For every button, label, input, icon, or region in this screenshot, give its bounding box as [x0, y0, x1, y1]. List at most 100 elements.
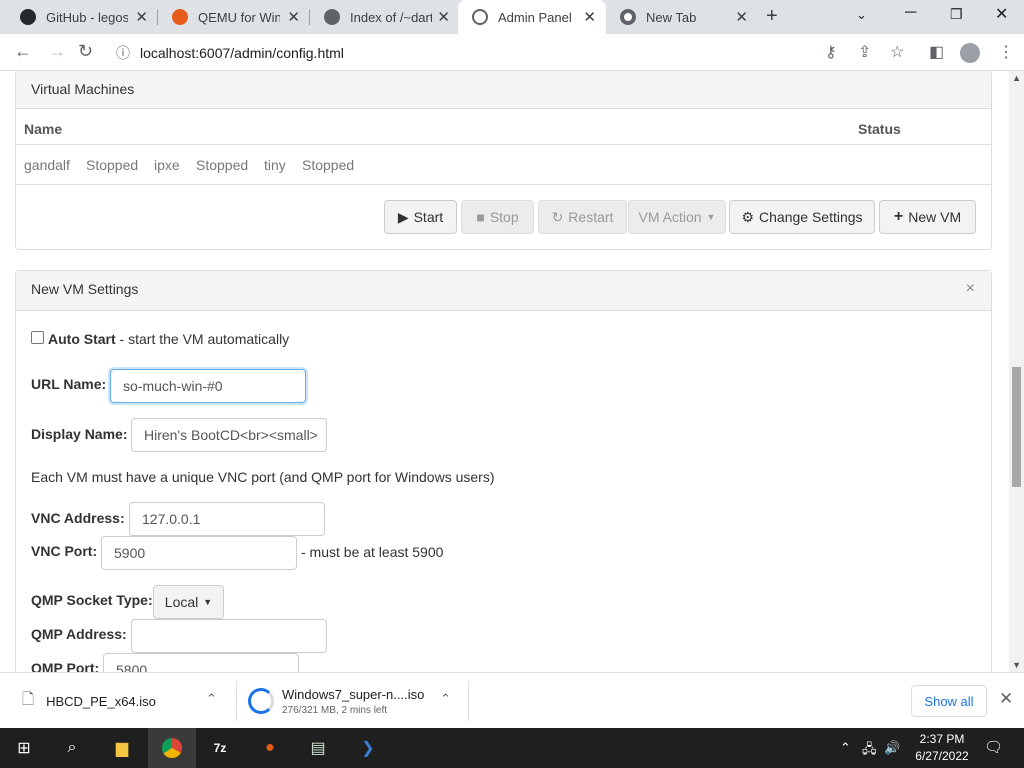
qmp-port-label: QMP Port:: [31, 660, 100, 672]
file-icon: 🗋: [22, 690, 35, 708]
tab-admin-panel[interactable]: Admin Panel ✕: [458, 0, 606, 34]
restart-button[interactable]: ↻ Restart: [538, 200, 627, 234]
auto-start-checkbox[interactable]: [31, 331, 44, 344]
file-explorer-icon[interactable]: ▆: [98, 728, 146, 768]
qemu-taskbar-icon[interactable]: ●: [246, 728, 294, 768]
chrome-icon: [620, 9, 636, 25]
panel-heading: New VM Settings ×: [16, 271, 991, 311]
new-vm-label: New VM: [908, 209, 962, 225]
display-name-input[interactable]: Hiren's BootCD<br><small>: [131, 418, 327, 452]
auto-start-title: Auto Start: [48, 331, 116, 347]
close-downloads-icon[interactable]: ✕: [999, 689, 1013, 709]
powershell-icon[interactable]: ❯: [344, 728, 392, 768]
stop-button[interactable]: ■ Stop: [461, 200, 534, 234]
close-tab-icon[interactable]: ✕: [437, 8, 450, 26]
forward-icon[interactable]: →: [48, 41, 66, 62]
7zip-icon[interactable]: 7z: [196, 728, 244, 768]
new-vm-settings-panel: New VM Settings × Auto Start - start the…: [15, 270, 992, 672]
vnc-port-label: VNC Port:: [31, 543, 98, 559]
panel-heading: Virtual Machines: [16, 71, 991, 109]
tab-qemu[interactable]: QEMU for Wind ✕: [158, 0, 310, 34]
qemu-icon: [172, 9, 188, 25]
close-tab-icon[interactable]: ✕: [135, 8, 148, 26]
page-content: Virtual Machines Name Status gandalf Sto…: [0, 71, 1024, 672]
reload-icon[interactable]: ↻: [78, 41, 93, 62]
tab-title: Admin Panel: [498, 9, 572, 25]
back-icon[interactable]: ←: [14, 41, 32, 62]
start-windows-icon[interactable]: ⊞: [0, 728, 48, 768]
close-icon[interactable]: ×: [966, 280, 975, 298]
tab-index[interactable]: Index of /~darta ✕: [310, 0, 460, 34]
show-all-button[interactable]: Show all: [911, 685, 987, 717]
vm-name[interactable]: ipxe: [154, 157, 180, 173]
qmp-port-input[interactable]: 5800: [103, 653, 299, 672]
vm-name[interactable]: gandalf: [24, 157, 70, 173]
chevron-up-icon[interactable]: ⌃: [206, 691, 217, 707]
url-name-label: URL Name:: [31, 376, 107, 392]
side-panel-icon[interactable]: ◧: [929, 42, 944, 62]
tab-search-chevron-icon[interactable]: ⌄: [856, 7, 867, 23]
vnc-address-input[interactable]: 127.0.0.1: [129, 502, 325, 536]
restore-icon[interactable]: ❐: [950, 6, 963, 23]
download-item[interactable]: 🗋 HBCD_PE_x64.iso: [22, 673, 156, 729]
new-vm-button[interactable]: + New VM: [879, 200, 976, 234]
close-tab-icon[interactable]: ✕: [735, 8, 748, 26]
menu-kebab-icon[interactable]: ⋮: [998, 42, 1014, 62]
tab-github[interactable]: GitHub - legosk ✕: [6, 0, 158, 34]
volume-icon[interactable]: 🔊: [884, 740, 900, 756]
start-button[interactable]: ▶ Start: [384, 200, 457, 234]
tab-title: QEMU for Wind: [198, 9, 280, 25]
bookmark-star-icon[interactable]: ☆: [890, 42, 904, 62]
qmp-address-input[interactable]: [131, 619, 327, 653]
notifications-icon[interactable]: 🗨: [984, 738, 1003, 756]
date: 6/27/2022: [915, 749, 969, 763]
site-info-icon[interactable]: ⓘ: [116, 45, 130, 61]
notepad-icon[interactable]: ▤: [294, 728, 342, 768]
vm-action-dropdown[interactable]: VM Action ▼: [628, 200, 726, 234]
auto-start-desc: - start the VM automatically: [115, 331, 290, 347]
scrollbar-thumb[interactable]: [1012, 367, 1021, 487]
network-icon[interactable]: 🖧: [862, 740, 877, 762]
vnc-address-label: VNC Address:: [31, 510, 125, 526]
column-name: Name: [24, 121, 63, 137]
download-filename: Windows7_super-n....iso: [282, 686, 425, 702]
page-scrollbar[interactable]: ▲ ▼: [1009, 71, 1024, 672]
window-close-icon[interactable]: ✕: [995, 4, 1008, 24]
divider: [468, 681, 469, 721]
new-tab-plus-icon[interactable]: +: [766, 5, 778, 28]
restart-label: Restart: [568, 209, 614, 225]
search-icon[interactable]: ⌕: [48, 728, 96, 768]
url-name-input[interactable]: so-much-win-#0: [110, 369, 306, 403]
share-icon[interactable]: ⇪: [858, 42, 871, 62]
close-tab-icon[interactable]: ✕: [583, 8, 596, 26]
table-row[interactable]: gandalf Stopped ipxe Stopped tiny Stoppe…: [16, 145, 991, 185]
download-progress-text: 276/321 MB, 2 mins left: [282, 704, 388, 716]
vm-name[interactable]: tiny: [264, 157, 286, 173]
scroll-down-arrow-icon[interactable]: ▼: [1012, 660, 1021, 670]
download-item[interactable]: Windows7_super-n....iso 276/321 MB, 2 mi…: [248, 673, 424, 729]
key-icon[interactable]: ⚷: [825, 42, 837, 62]
tab-new-tab[interactable]: New Tab ✕: [606, 0, 758, 34]
auto-start-label: Auto Start - start the VM automatically: [48, 331, 289, 347]
tray-chevron-up-icon[interactable]: ⌃: [840, 740, 851, 756]
chevron-up-icon[interactable]: ⌃: [440, 691, 451, 707]
column-status: Status: [858, 121, 901, 137]
vnc-port-input[interactable]: 5900: [101, 536, 297, 570]
minimize-icon[interactable]: ─: [905, 4, 916, 22]
profile-avatar[interactable]: [960, 43, 980, 63]
downloads-bar: 🗋 HBCD_PE_x64.iso ⌃ Windows7_super-n....…: [0, 672, 1024, 728]
caret-down-icon: ▼: [706, 212, 716, 222]
qmp-socket-type-dropdown[interactable]: Local ▼: [153, 585, 224, 619]
display-name-label: Display Name:: [31, 426, 128, 442]
tab-title: GitHub - legosk: [46, 9, 128, 25]
close-tab-icon[interactable]: ✕: [287, 8, 300, 26]
stop-icon: ■: [476, 209, 485, 225]
scroll-up-arrow-icon[interactable]: ▲: [1012, 73, 1021, 83]
address-bar[interactable]: ⓘ localhost:6007/admin/config.html: [116, 43, 344, 63]
chrome-taskbar-icon[interactable]: [148, 728, 196, 768]
panel-title: New VM Settings: [31, 281, 139, 297]
start-label: Start: [413, 209, 444, 225]
clock[interactable]: 2:37 PM 6/27/2022: [906, 731, 978, 765]
change-settings-button[interactable]: ⚙ Change Settings: [729, 200, 875, 234]
globe-icon: [472, 9, 488, 25]
